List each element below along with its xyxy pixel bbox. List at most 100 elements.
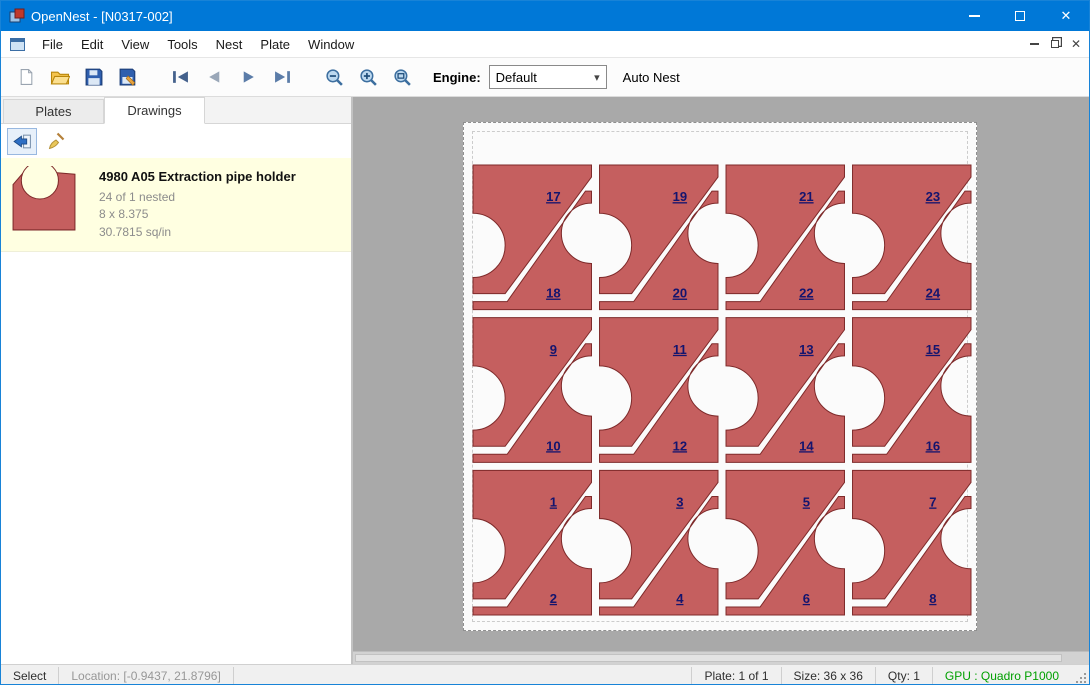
part-number[interactable]: 2 xyxy=(550,591,557,606)
status-location: Location: [-0.9437, 21.8796] xyxy=(59,665,232,685)
nest-canvas[interactable]: 171819202122232491011121314151612345678 xyxy=(353,97,1089,664)
nested-part-pair[interactable]: 11 12 xyxy=(600,318,718,463)
go-last-button[interactable] xyxy=(267,62,297,92)
part-number[interactable]: 11 xyxy=(673,342,687,357)
mdi-restore-button[interactable] xyxy=(1051,40,1059,48)
go-first-button[interactable] xyxy=(165,62,195,92)
nested-part-pair[interactable]: 1920 xyxy=(600,165,718,310)
part-number[interactable]: 12 xyxy=(673,438,688,453)
part-number[interactable]: 10 xyxy=(546,438,561,453)
maximize-button[interactable] xyxy=(997,1,1043,31)
zoom-out-button[interactable] xyxy=(319,62,349,92)
menu-plate[interactable]: Plate xyxy=(251,31,299,57)
mdi-minimize-button[interactable] xyxy=(1030,43,1039,45)
part-number[interactable]: 4 xyxy=(676,591,684,606)
nested-part-pair[interactable]: 1516 xyxy=(853,318,971,463)
app-icon xyxy=(9,8,25,24)
save-icon xyxy=(85,68,103,86)
drawing-title: 4980 A05 Extraction pipe holder xyxy=(99,169,296,184)
go-next-icon xyxy=(240,70,257,84)
nested-part-pair[interactable]: 13 14 xyxy=(726,318,844,463)
nested-part-pair[interactable]: 1718 xyxy=(473,165,591,310)
send-to-nest-button[interactable] xyxy=(7,128,37,155)
panel-tabs: Plates Drawings xyxy=(1,97,351,124)
save-as-button[interactable] xyxy=(113,62,143,92)
part-number[interactable]: 3 xyxy=(676,495,683,510)
part-number[interactable]: 7 xyxy=(929,495,936,510)
nested-part-pair[interactable]: 12 xyxy=(473,470,591,615)
title-bar: OpenNest - [N0317-002] ✕ xyxy=(1,1,1089,31)
part-number[interactable]: 6 xyxy=(803,591,810,606)
nested-part-pair[interactable]: 23 24 xyxy=(853,165,971,310)
part-number[interactable]: 20 xyxy=(673,286,688,301)
nested-parts-layout[interactable]: 171819202122232491011121314151612345678 xyxy=(467,161,973,619)
close-button[interactable]: ✕ xyxy=(1043,1,1089,31)
resize-grip[interactable] xyxy=(1071,665,1089,685)
go-previous-icon xyxy=(206,70,223,84)
part-number[interactable]: 22 xyxy=(799,286,814,301)
drawing-list-item[interactable]: 4980 A05 Extraction pipe holder 24 of 1 … xyxy=(1,158,351,252)
menu-view[interactable]: View xyxy=(112,31,158,57)
save-as-icon xyxy=(119,68,137,86)
mdi-close-button[interactable]: ✕ xyxy=(1071,38,1081,50)
mdi-child-icon xyxy=(10,38,25,51)
open-folder-icon xyxy=(50,69,70,86)
part-number[interactable]: 24 xyxy=(926,286,941,301)
nested-part-pair[interactable]: 9 10 xyxy=(473,318,591,463)
go-previous-button[interactable] xyxy=(199,62,229,92)
new-document-button[interactable] xyxy=(11,62,41,92)
part-number[interactable]: 9 xyxy=(550,342,557,357)
part-number[interactable]: 15 xyxy=(926,342,941,357)
part-number[interactable]: 16 xyxy=(926,438,941,453)
engine-label: Engine: xyxy=(433,70,481,85)
menu-file[interactable]: File xyxy=(33,31,72,57)
minimize-button[interactable] xyxy=(951,1,997,31)
part-number[interactable]: 21 xyxy=(799,189,814,204)
engine-selected-value: Default xyxy=(496,70,594,85)
engine-select[interactable]: Default ▾ xyxy=(489,65,607,89)
go-last-icon xyxy=(274,70,291,84)
menu-tools[interactable]: Tools xyxy=(158,31,206,57)
part-number[interactable]: 13 xyxy=(799,342,814,357)
panel-toolbar xyxy=(1,124,351,158)
zoom-out-icon xyxy=(325,68,344,87)
save-button[interactable] xyxy=(79,62,109,92)
status-plate: Plate: 1 of 1 xyxy=(692,665,780,685)
main-toolbar: Engine: Default ▾ Auto Nest xyxy=(1,58,1089,97)
go-next-button[interactable] xyxy=(233,62,263,92)
zoom-in-icon xyxy=(359,68,378,87)
open-button[interactable] xyxy=(45,62,75,92)
zoom-in-button[interactable] xyxy=(353,62,383,92)
auto-nest-button[interactable]: Auto Nest xyxy=(623,70,680,85)
status-mode: Select xyxy=(1,665,58,685)
tab-drawings[interactable]: Drawings xyxy=(104,97,205,124)
menu-nest[interactable]: Nest xyxy=(207,31,252,57)
nested-part-pair[interactable]: 21 22 xyxy=(726,165,844,310)
menu-window[interactable]: Window xyxy=(299,31,363,57)
menu-bar: File Edit View Tools Nest Plate Window ✕ xyxy=(1,31,1089,58)
left-panel: Plates Drawings xyxy=(1,97,353,664)
nested-part-pair[interactable]: 78 xyxy=(853,470,971,615)
part-number[interactable]: 5 xyxy=(803,495,810,510)
part-number[interactable]: 8 xyxy=(929,591,936,606)
chevron-down-icon: ▾ xyxy=(594,71,600,84)
nested-part-pair[interactable]: 56 xyxy=(726,470,844,615)
part-number[interactable]: 17 xyxy=(546,189,561,204)
plate[interactable]: 171819202122232491011121314151612345678 xyxy=(463,122,977,631)
part-number[interactable]: 14 xyxy=(799,438,814,453)
part-number[interactable]: 18 xyxy=(546,286,561,301)
menu-edit[interactable]: Edit xyxy=(72,31,112,57)
part-number[interactable]: 1 xyxy=(550,495,557,510)
drawing-area: 30.7815 sq/in xyxy=(99,224,296,241)
zoom-fit-button[interactable] xyxy=(387,62,417,92)
scrollbar-thumb[interactable] xyxy=(355,654,1062,662)
part-number[interactable]: 19 xyxy=(673,189,688,204)
go-first-icon xyxy=(172,70,189,84)
status-gpu: GPU : Quadro P1000 xyxy=(933,665,1071,685)
window-title: OpenNest - [N0317-002] xyxy=(31,9,951,24)
canvas-horizontal-scrollbar[interactable] xyxy=(353,651,1089,664)
nested-part-pair[interactable]: 34 xyxy=(600,470,718,615)
clean-brush-button[interactable] xyxy=(41,128,71,155)
part-number[interactable]: 23 xyxy=(926,189,941,204)
tab-plates[interactable]: Plates xyxy=(3,99,104,123)
